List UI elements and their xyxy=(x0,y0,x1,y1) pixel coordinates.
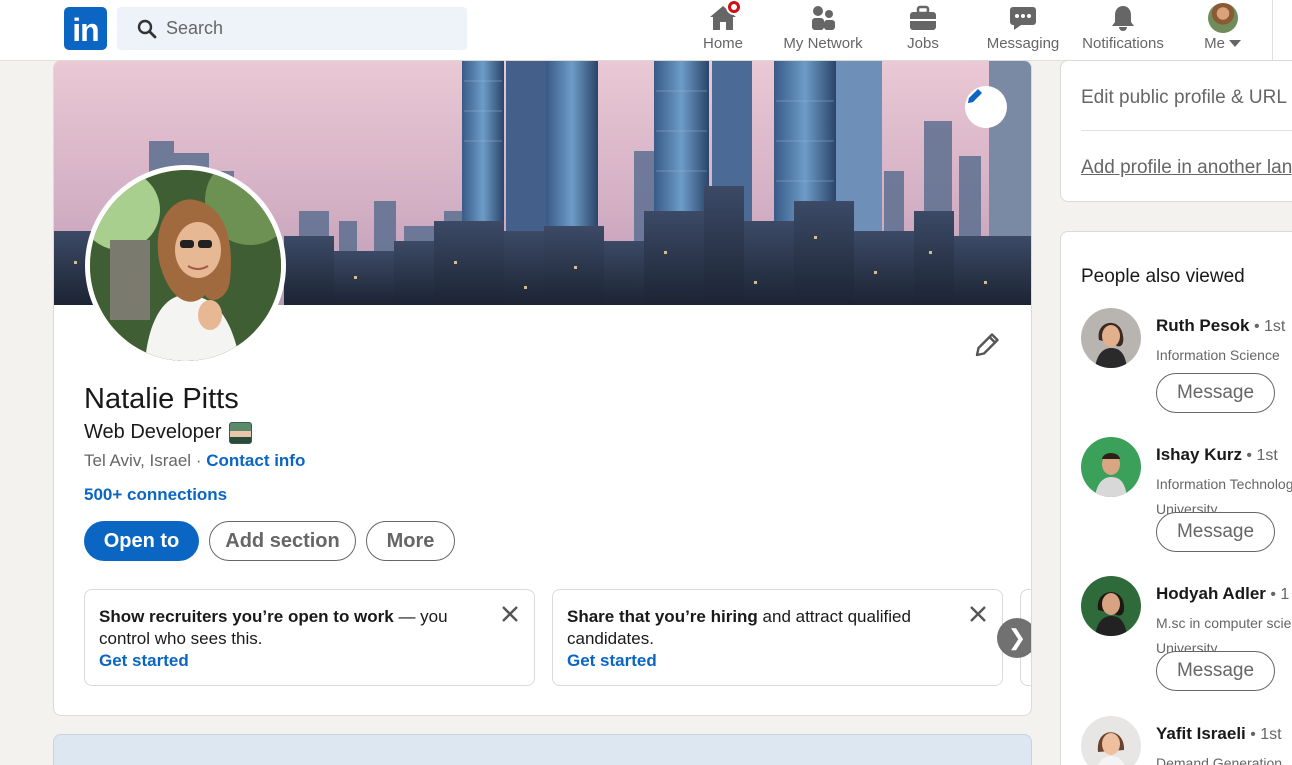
close-icon[interactable] xyxy=(500,604,520,624)
person-name[interactable]: Ishay Kurz xyxy=(1156,445,1242,464)
nav-me[interactable]: Me xyxy=(1196,0,1250,61)
message-button[interactable]: Message xyxy=(1156,373,1275,413)
person-headline: M.sc in computer science xyxy=(1156,615,1292,631)
avatar[interactable] xyxy=(1081,437,1141,497)
network-icon xyxy=(808,3,838,33)
message-button[interactable]: Message xyxy=(1156,512,1275,552)
get-started-link[interactable]: Get started xyxy=(567,650,988,672)
connection-degree: 1 xyxy=(1280,586,1290,603)
edit-public-profile-link[interactable]: Edit public profile & URL xyxy=(1081,87,1287,109)
nav-jobs-label: Jobs xyxy=(907,35,939,52)
avatar[interactable] xyxy=(1081,716,1141,765)
promo-bold-text: Show recruiters you’re open to work xyxy=(99,607,394,626)
location-separator: · xyxy=(191,451,207,470)
profile-photo[interactable] xyxy=(85,165,286,366)
global-nav: in Home My Network Jobs Messaging xyxy=(0,0,1292,61)
close-icon[interactable] xyxy=(968,604,988,624)
pencil-icon xyxy=(968,89,982,103)
carousel-next-button[interactable]: ❯ xyxy=(997,618,1031,658)
technologist-emoji-icon xyxy=(229,421,253,444)
profile-settings-card: Edit public profile & URL Add profile in… xyxy=(1060,60,1292,202)
linkedin-logo[interactable]: in xyxy=(64,7,107,50)
hiring-promo: Share that you’re hiring and attract qua… xyxy=(552,589,1003,686)
profile-card: Natalie Pitts Web Developer Tel Aviv, Is… xyxy=(53,60,1032,716)
profile-photo-image xyxy=(90,170,281,361)
notification-badge xyxy=(726,0,742,15)
person-headline: Information Technology xyxy=(1156,476,1292,492)
nav-home-label: Home xyxy=(702,35,743,52)
messaging-icon xyxy=(1008,3,1038,33)
open-to-button[interactable]: Open to xyxy=(84,521,199,561)
profile-name: Natalie Pitts xyxy=(84,383,239,415)
search-bar[interactable] xyxy=(117,7,467,50)
get-started-link[interactable]: Get started xyxy=(99,650,520,672)
briefcase-icon xyxy=(908,3,938,33)
profile-headline: Web Developer xyxy=(84,421,253,444)
connection-degree: 1st xyxy=(1264,318,1286,335)
promo-bold-text: Share that you’re hiring xyxy=(567,607,758,626)
connections-link[interactable]: 500+ connections xyxy=(84,485,227,505)
nav-notifications-label: Notifications xyxy=(1082,35,1164,52)
nav-my-network[interactable]: My Network xyxy=(778,0,868,61)
divider xyxy=(1081,130,1292,131)
person-name[interactable]: Yafit Israeli xyxy=(1156,724,1246,743)
search-icon xyxy=(137,19,157,38)
headline-text: Web Developer xyxy=(84,421,222,443)
contact-info-link[interactable]: Contact info xyxy=(206,451,305,470)
person-headline: Demand Generation xyxy=(1156,755,1283,765)
nav-notifications[interactable]: Notifications xyxy=(1077,0,1169,61)
avatar[interactable] xyxy=(1081,308,1141,368)
more-button[interactable]: More xyxy=(366,521,455,561)
caret-down-icon xyxy=(1228,40,1241,47)
add-section-button[interactable]: Add section xyxy=(209,521,356,561)
open-to-work-promo: Show recruiters you’re open to work — yo… xyxy=(84,589,535,686)
next-section-card xyxy=(53,734,1032,765)
bell-icon xyxy=(1108,3,1138,33)
person-name[interactable]: Hodyah Adler xyxy=(1156,584,1266,603)
nav-divider xyxy=(1272,0,1273,61)
message-button[interactable]: Message xyxy=(1156,651,1275,691)
connection-degree: 1st xyxy=(1256,447,1278,464)
profile-location: Tel Aviv, Israel xyxy=(84,451,192,470)
profile-location-row: Tel Aviv, Israel · Contact info xyxy=(84,451,305,471)
person-headline: Information Science xyxy=(1156,347,1280,363)
nav-me-label: Me xyxy=(1204,35,1225,52)
add-profile-language-link[interactable]: Add profile in another language xyxy=(1081,157,1292,179)
nav-jobs[interactable]: Jobs xyxy=(897,0,949,61)
people-also-viewed-card: People also viewed Ruth Pesok • 1st Info… xyxy=(1060,231,1292,765)
search-input[interactable] xyxy=(166,18,446,39)
person-name[interactable]: Ruth Pesok xyxy=(1156,316,1250,335)
chevron-right-icon: ❯ xyxy=(1007,625,1027,650)
nav-messaging-label: Messaging xyxy=(986,35,1060,52)
people-also-viewed-title: People also viewed xyxy=(1081,266,1245,287)
home-icon xyxy=(708,0,742,33)
nav-messaging[interactable]: Messaging xyxy=(983,0,1063,61)
nav-home[interactable]: Home xyxy=(697,0,749,61)
edit-intro-pencil-icon[interactable] xyxy=(971,329,1003,361)
nav-my-network-label: My Network xyxy=(783,35,863,52)
avatar xyxy=(1208,3,1238,33)
connection-degree: 1st xyxy=(1260,726,1282,743)
avatar[interactable] xyxy=(1081,576,1141,636)
edit-banner-button[interactable] xyxy=(965,86,1007,128)
